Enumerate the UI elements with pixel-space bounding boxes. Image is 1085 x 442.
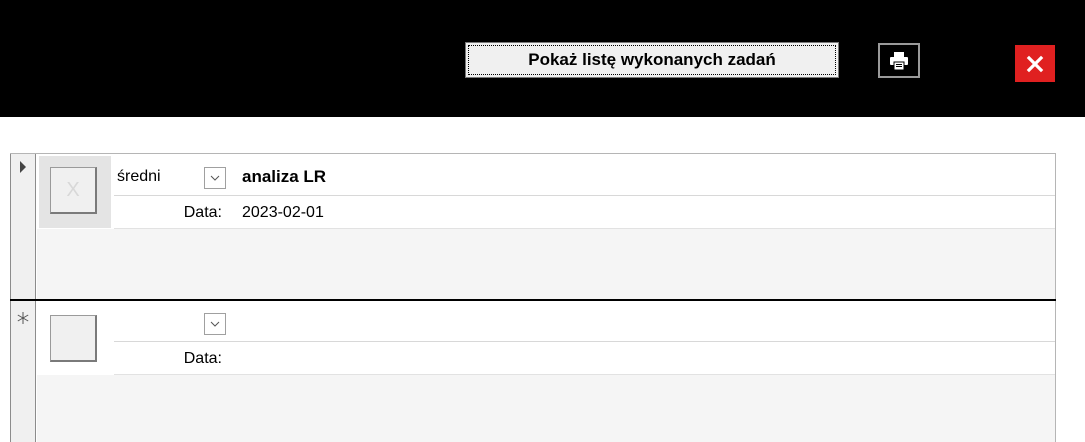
task-list: X średni analiza LR Data: 2023-02-01 Dat… bbox=[0, 117, 1085, 442]
print-button[interactable] bbox=[878, 43, 920, 78]
current-record-indicator-icon[interactable] bbox=[10, 154, 36, 180]
close-button[interactable] bbox=[1015, 45, 1055, 82]
done-checkbox-area: X bbox=[39, 156, 111, 228]
task-record: X średni analiza LR Data: 2023-02-01 bbox=[10, 153, 1056, 299]
divider bbox=[114, 341, 1055, 342]
header-bar: Pokaż listę wykonanych zadań bbox=[0, 0, 1085, 117]
divider bbox=[114, 195, 1055, 196]
done-checkbox[interactable] bbox=[50, 315, 97, 362]
priority-dropdown-button[interactable] bbox=[204, 167, 226, 189]
details-area[interactable] bbox=[37, 229, 1055, 299]
chevron-down-icon bbox=[210, 321, 220, 327]
chevron-down-icon bbox=[210, 175, 220, 181]
done-checkbox[interactable]: X bbox=[50, 167, 97, 214]
record-body: X średni analiza LR Data: 2023-02-01 bbox=[37, 154, 1056, 299]
printer-icon bbox=[890, 51, 908, 70]
priority-dropdown-button[interactable] bbox=[204, 313, 226, 335]
new-task-record: Data: bbox=[10, 299, 1056, 442]
record-body: Data: bbox=[37, 301, 1056, 442]
priority-value[interactable] bbox=[117, 313, 157, 335]
date-label: Data: bbox=[183, 204, 222, 221]
date-value[interactable]: 2023-02-01 bbox=[242, 202, 324, 224]
details-area[interactable] bbox=[37, 375, 1055, 442]
date-label: Data: bbox=[183, 350, 222, 367]
show-completed-tasks-button[interactable]: Pokaż listę wykonanych zadań bbox=[465, 42, 839, 78]
checkbox-mark: X bbox=[66, 178, 80, 201]
close-icon bbox=[1026, 55, 1044, 72]
task-name[interactable]: analiza LR bbox=[242, 166, 326, 188]
priority-value[interactable]: średni bbox=[117, 166, 161, 188]
new-record-asterisk-icon[interactable] bbox=[10, 305, 36, 331]
